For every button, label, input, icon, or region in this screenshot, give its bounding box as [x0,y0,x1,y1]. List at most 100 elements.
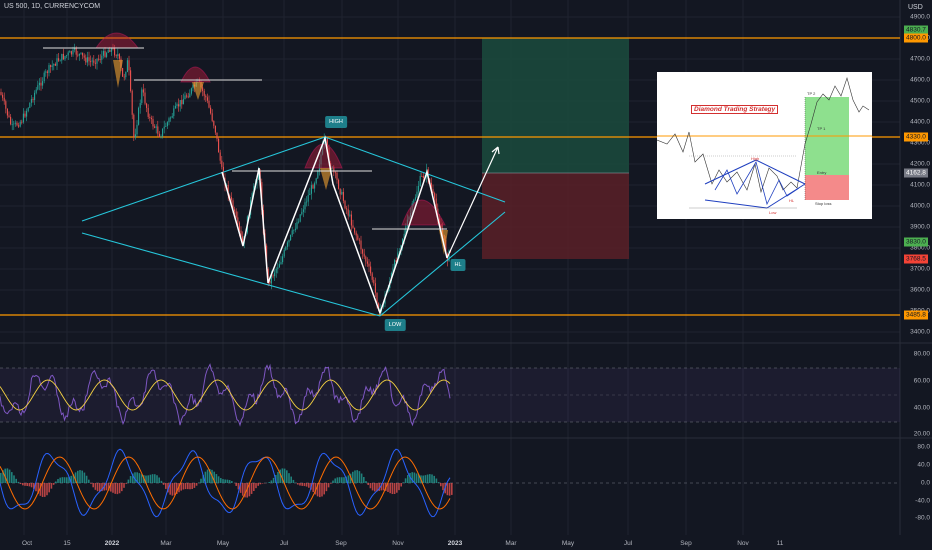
candle-body [24,113,26,117]
candle-body [211,113,213,121]
price-tag: 4800.0 [904,33,928,43]
macd-histogram-bar [325,483,328,492]
time-axis-label: Sep [335,540,347,547]
macd-histogram-bar [79,470,81,483]
macd-histogram-bar [303,483,306,487]
macd-histogram-bar [391,483,394,495]
price-axis-label: 4600.0 [910,76,930,84]
candle-body [213,120,215,126]
candle-body [216,132,218,139]
macd-histogram-bar [396,483,398,493]
time-axis-label: May [216,540,230,547]
candle-body [93,60,95,63]
macd-histogram-bar [61,477,64,483]
macd-histogram-bar [154,474,156,483]
top-highlight-3 [304,143,343,169]
macd-histogram-bar [191,483,193,490]
candle-body [352,225,354,228]
candle-body [142,89,144,93]
candle-body [184,95,186,100]
macd-histogram-bar [0,472,2,483]
candle-body [82,52,84,56]
candle-body [6,108,8,116]
candle-body [299,214,301,222]
macd-histogram-bar [114,483,116,494]
symbol-title[interactable]: US 500, 1D, CURRENCYCOM [4,3,100,10]
macd-histogram-bar [189,483,191,490]
macd-histogram-bar [235,483,237,486]
candle-body [154,126,156,128]
macd-histogram-bar [389,483,391,494]
triangle-marker-1 [113,60,123,88]
high-label[interactable]: HIGH [325,116,347,128]
candle-body [339,188,341,195]
macd-axis-label: 80.0 [917,443,930,451]
macd-histogram-bar [442,483,444,491]
time-axis-label: Mar [505,540,517,547]
candle-body [210,107,212,114]
macd-histogram-bar [127,479,130,483]
candle-body [56,58,58,66]
candle-body [138,107,140,125]
macd-histogram-bar [17,481,20,483]
candle-body [62,53,64,60]
candle-body [189,93,191,98]
macd-histogram-bar [112,483,114,493]
candle-body [3,97,5,102]
macd-histogram-bar [24,483,26,486]
inset-hl-label: HL [789,198,795,203]
macd-histogram-bar [365,481,367,483]
candle-body [278,264,280,268]
candle-body [170,117,172,119]
candle-body [45,71,47,73]
candle-body [59,60,61,62]
candle-body [157,126,159,134]
price-axis-label: 3400.0 [910,328,930,336]
macd-histogram-bar [220,478,222,483]
hl-label[interactable]: HL [450,259,466,271]
candle-body [374,283,376,293]
currency-label[interactable]: USD [908,4,923,11]
macd-histogram-bar [81,470,83,483]
macd-histogram-bar [184,483,187,490]
inset-entry-label: Entry [817,170,827,175]
macd-histogram-bar [123,483,125,488]
candle-body [13,123,15,125]
profit-zone[interactable] [482,38,629,173]
candle-body [22,113,24,123]
candle-body [94,62,96,64]
candle-body [61,53,63,61]
macd-histogram-bar [125,483,127,484]
candle-body [181,100,183,105]
candle-body [147,107,149,117]
inset-tp2-label: TP 2 [807,91,816,96]
candle-body [221,160,223,167]
strategy-inset-image[interactable]: Diamond Trading Strategy High Low HL TP … [657,72,872,219]
candle-body [0,92,2,95]
macd-histogram-bar [19,483,22,485]
candle-body [86,57,88,63]
candle-body [307,195,309,202]
macd-histogram-bar [171,483,174,496]
candle-body [342,191,344,201]
price-tag: 3768.5 [904,254,928,264]
macd-histogram-bar [292,479,295,483]
candle-body [309,193,311,196]
macd-histogram-bar [90,483,92,484]
candle-body [50,65,52,67]
loss-zone[interactable] [482,173,629,259]
macd-histogram-bar [44,483,46,497]
rsi-axis-label: 80.00 [913,350,930,358]
time-axis-label: Jul [623,540,633,547]
macd-histogram-bar [312,483,314,493]
low-label[interactable]: LOW [384,319,406,331]
macd-histogram-bar [407,475,409,483]
macd-histogram-bar [63,477,66,483]
macd-histogram-bar [149,474,152,483]
macd-histogram-bar [151,474,154,483]
macd-histogram-bar [426,474,429,483]
macd-histogram-bar [433,475,435,483]
candle-body [96,58,98,64]
macd-histogram-bar [231,481,233,483]
candle-body [19,121,21,127]
